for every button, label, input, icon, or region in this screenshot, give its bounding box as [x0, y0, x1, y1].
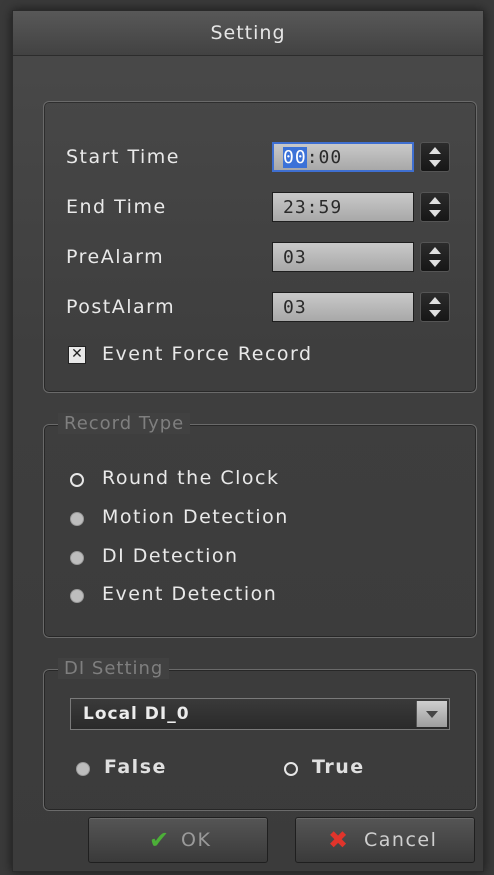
record-type-option-label: Event Detection [102, 583, 278, 605]
spin-down-icon[interactable] [429, 310, 441, 317]
check-icon: ✔ [149, 826, 170, 854]
spin-up-icon[interactable] [429, 147, 441, 154]
cancel-button-label: Cancel [364, 829, 438, 851]
spin-down-icon[interactable] [429, 210, 441, 217]
start-time-minute[interactable]: :00 [307, 147, 343, 168]
record-type-option-label: Round the Clock [102, 467, 280, 489]
end-time-row: End Time 23:59 [66, 192, 466, 226]
radio-unselected-icon[interactable] [70, 551, 84, 565]
schedule-group: Start Time 00:00 End Time 23:59 PreAlarm… [43, 101, 477, 393]
di-false-option[interactable]: False [74, 756, 224, 786]
radio-selected-icon[interactable] [284, 762, 298, 776]
spin-down-icon[interactable] [429, 160, 441, 167]
event-force-record-label: Event Force Record [102, 343, 313, 365]
di-setting-group: DI Setting Local DI_0 False True [43, 658, 477, 811]
prealarm-label: PreAlarm [66, 246, 165, 268]
end-time-label: End Time [66, 196, 167, 218]
end-time-spinner[interactable] [420, 192, 450, 222]
start-time-field[interactable]: 00:00 [272, 142, 414, 172]
postalarm-field[interactable]: 03 [272, 292, 414, 322]
start-time-hour[interactable]: 00 [283, 147, 307, 168]
radio-unselected-icon[interactable] [70, 589, 84, 603]
record-type-event-detection[interactable]: Event Detection [68, 583, 458, 613]
prealarm-spinner[interactable] [420, 242, 450, 272]
record-type-di-detection[interactable]: DI Detection [68, 545, 458, 575]
di-source-select[interactable]: Local DI_0 [70, 698, 450, 730]
postalarm-row: PostAlarm 03 [66, 292, 466, 326]
end-time-field[interactable]: 23:59 [272, 192, 414, 222]
radio-unselected-icon[interactable] [70, 512, 84, 526]
postalarm-spinner[interactable] [420, 292, 450, 322]
record-type-round-the-clock[interactable]: Round the Clock [68, 467, 458, 497]
start-time-row: Start Time 00:00 [66, 142, 466, 176]
setting-dialog: Setting Start Time 00:00 End Time 23:59 … [12, 10, 484, 872]
ok-button-label: OK [181, 829, 212, 851]
event-force-record-checkbox[interactable]: ✕ [68, 346, 86, 364]
di-setting-legend: DI Setting [58, 658, 170, 679]
record-type-option-label: DI Detection [102, 545, 239, 567]
spin-down-icon[interactable] [429, 260, 441, 267]
di-false-label: False [104, 756, 167, 778]
chevron-down-icon [426, 711, 438, 718]
di-source-value: Local DI_0 [83, 704, 190, 724]
radio-selected-icon[interactable] [70, 473, 84, 487]
ok-button[interactable]: ✔ OK [88, 817, 268, 863]
start-time-label: Start Time [66, 146, 180, 168]
record-type-motion-detection[interactable]: Motion Detection [68, 506, 458, 536]
spin-up-icon[interactable] [429, 297, 441, 304]
record-type-option-label: Motion Detection [102, 506, 289, 528]
prealarm-field[interactable]: 03 [272, 242, 414, 272]
spin-up-icon[interactable] [429, 247, 441, 254]
di-true-option[interactable]: True [282, 756, 432, 786]
spin-up-icon[interactable] [429, 197, 441, 204]
cross-icon: ✖ [328, 826, 349, 854]
prealarm-row: PreAlarm 03 [66, 242, 466, 276]
dialog-title: Setting [13, 11, 483, 56]
dropdown-button[interactable] [416, 701, 447, 727]
record-type-legend: Record Type [58, 413, 191, 434]
record-type-group: Record Type Round the Clock Motion Detec… [43, 413, 477, 638]
di-true-label: True [312, 756, 365, 778]
event-force-record-option[interactable]: ✕ Event Force Record [66, 342, 466, 372]
start-time-spinner[interactable] [420, 142, 450, 172]
cancel-button[interactable]: ✖ Cancel [295, 817, 475, 863]
postalarm-label: PostAlarm [66, 296, 176, 318]
radio-unselected-icon[interactable] [76, 762, 90, 776]
